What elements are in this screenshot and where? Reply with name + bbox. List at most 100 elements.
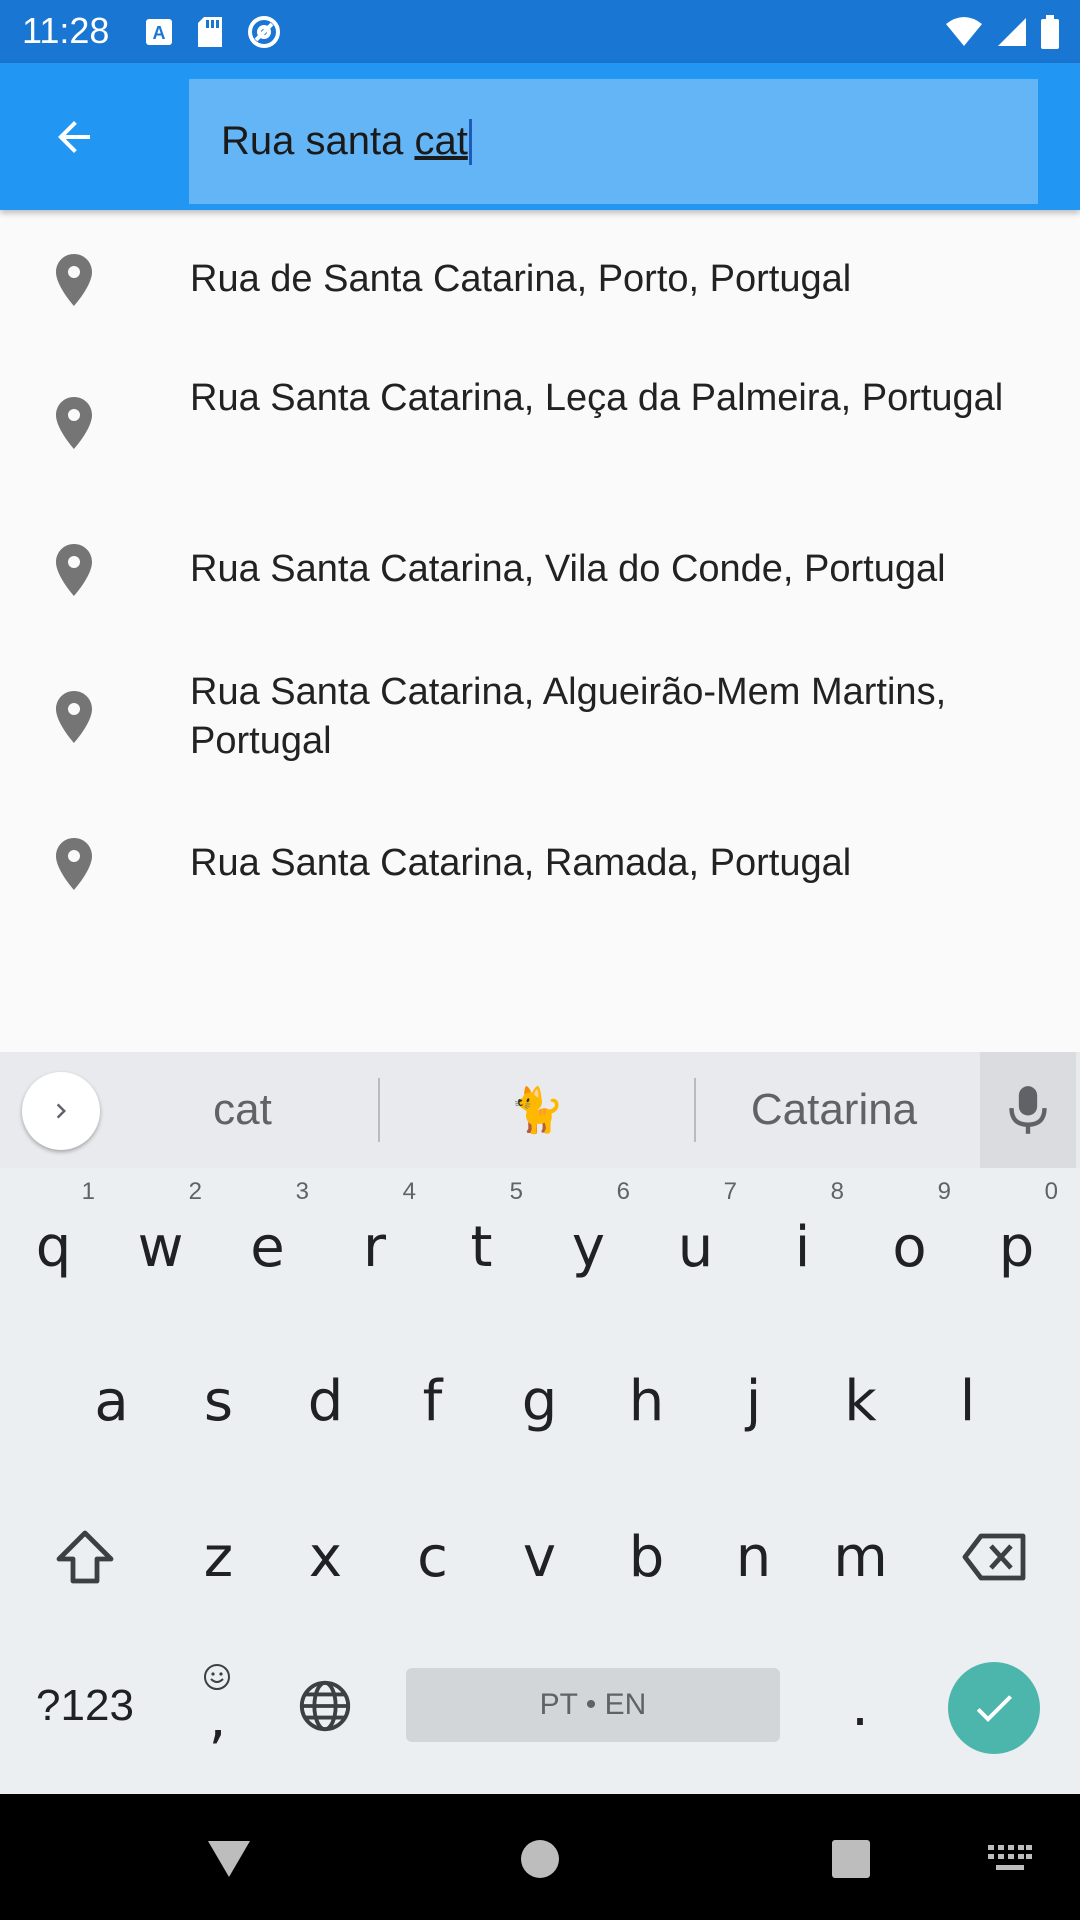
- list-item[interactable]: Rua Santa Catarina, Leça da Palmeira, Po…: [0, 368, 1080, 478]
- key-k[interactable]: k: [807, 1336, 914, 1466]
- key-label: i: [794, 1214, 811, 1280]
- key-hint: 1: [81, 1178, 95, 1205]
- signal-icon: [998, 18, 1026, 46]
- list-item[interactable]: Rua Santa Catarina, Algueirão-Mem Martin…: [0, 662, 1080, 772]
- place-pin-icon: [56, 838, 92, 890]
- circle-home-icon: [521, 1840, 559, 1878]
- comma-key[interactable]: ,: [170, 1648, 265, 1764]
- key-q[interactable]: q1: [0, 1178, 107, 1312]
- key-e[interactable]: e3: [214, 1178, 321, 1312]
- key-o[interactable]: o9: [856, 1178, 963, 1312]
- enter-key[interactable]: [948, 1662, 1040, 1754]
- at-sync-icon: [248, 16, 280, 48]
- keyboard-suggestion[interactable]: cat: [110, 1052, 375, 1168]
- key-i[interactable]: i8: [749, 1178, 856, 1312]
- chevron-right-icon: [56, 1103, 66, 1119]
- key-b[interactable]: b: [593, 1492, 700, 1622]
- list-item[interactable]: Rua de Santa Catarina, Porto, Portugal: [0, 246, 1080, 314]
- key-hint: 5: [509, 1178, 523, 1205]
- space-bar[interactable]: PT • EN: [406, 1668, 780, 1742]
- key-label: q: [35, 1214, 72, 1280]
- search-input[interactable]: Rua santa cat: [189, 79, 1038, 204]
- arrow-back-icon: [58, 121, 90, 153]
- place-pin-icon: [56, 544, 92, 596]
- period-key[interactable]: .: [800, 1648, 920, 1764]
- search-input-text: Rua santa: [221, 119, 415, 163]
- key-hint: 6: [616, 1178, 630, 1205]
- place-pin-icon: [56, 254, 92, 306]
- key-t[interactable]: t5: [428, 1178, 535, 1312]
- text-caret: [468, 118, 472, 165]
- key-r[interactable]: r4: [321, 1178, 428, 1312]
- list-item-label: Rua Santa Catarina, Algueirão-Mem Martin…: [190, 671, 947, 762]
- language-key[interactable]: [275, 1648, 375, 1764]
- key-w[interactable]: w2: [107, 1178, 214, 1312]
- status-icons-left: A: [144, 12, 282, 52]
- svg-text:A: A: [153, 23, 166, 43]
- globe-icon: [299, 1680, 351, 1732]
- key-label: w: [137, 1214, 184, 1280]
- triangle-down-icon: [208, 1841, 250, 1877]
- key-z[interactable]: z: [165, 1492, 272, 1622]
- key-l[interactable]: l: [914, 1336, 1021, 1466]
- key-hint: 7: [723, 1178, 737, 1205]
- key-a[interactable]: a: [58, 1336, 165, 1466]
- wifi-icon: [946, 17, 982, 46]
- key-j[interactable]: j: [700, 1336, 807, 1466]
- list-item-label: Rua de Santa Catarina, Porto, Portugal: [190, 258, 852, 300]
- key-u[interactable]: u7: [642, 1178, 749, 1312]
- battery-icon: [1041, 15, 1059, 49]
- nav-home-button[interactable]: [505, 1824, 575, 1894]
- key-hint: 9: [937, 1178, 951, 1205]
- key-p[interactable]: p0: [963, 1178, 1070, 1312]
- suggestion-divider: [694, 1078, 696, 1142]
- key-label: u: [677, 1214, 714, 1280]
- key-hint: 4: [402, 1178, 416, 1205]
- key-f[interactable]: f: [379, 1336, 486, 1466]
- key-x[interactable]: x: [272, 1492, 379, 1622]
- status-bar: 11:28 A: [0, 0, 1080, 63]
- key-c[interactable]: c: [379, 1492, 486, 1622]
- voice-input-button[interactable]: [980, 1052, 1076, 1168]
- check-icon: [976, 1695, 1012, 1722]
- key-label: r: [362, 1214, 387, 1280]
- key-hint: 0: [1044, 1178, 1058, 1205]
- system-navigation-bar: [0, 1794, 1080, 1920]
- keyboard-suggestion-strip: cat 🐈 Catarina: [0, 1052, 1080, 1168]
- nav-back-button[interactable]: [194, 1824, 264, 1894]
- list-item-label: Rua Santa Catarina, Vila do Conde, Portu…: [190, 548, 946, 590]
- text-a-icon: A: [146, 19, 172, 45]
- key-h[interactable]: h: [593, 1336, 700, 1466]
- shift-key[interactable]: [20, 1492, 150, 1622]
- list-item-label: Rua Santa Catarina, Ramada, Portugal: [190, 842, 852, 884]
- key-label: p: [998, 1214, 1035, 1280]
- key-d[interactable]: d: [272, 1336, 379, 1466]
- nav-keyboard-switch-button[interactable]: [975, 1824, 1045, 1894]
- list-item[interactable]: Rua Santa Catarina, Vila do Conde, Portu…: [0, 536, 1080, 604]
- key-label: e: [250, 1214, 285, 1280]
- key-hint: 2: [188, 1178, 202, 1205]
- key-hint: 3: [295, 1178, 309, 1205]
- nav-recents-button[interactable]: [816, 1824, 886, 1894]
- key-n[interactable]: n: [700, 1492, 807, 1622]
- sd-card-icon: [198, 17, 222, 47]
- shift-icon: [56, 1530, 114, 1584]
- backspace-key[interactable]: [930, 1492, 1060, 1622]
- microphone-icon: [1009, 1086, 1047, 1134]
- keyboard-expand-button[interactable]: [22, 1072, 100, 1150]
- symbols-key[interactable]: ?123: [10, 1648, 160, 1764]
- list-item[interactable]: Rua Santa Catarina, Ramada, Portugal: [0, 830, 1080, 898]
- place-pin-icon: [56, 397, 92, 449]
- square-recents-icon: [832, 1840, 870, 1878]
- suggestion-divider: [378, 1078, 380, 1142]
- key-g[interactable]: g: [486, 1336, 593, 1466]
- soft-keyboard: cat 🐈 Catarina q1 w2 e3 r4 t5 y6 u7 i8 o…: [0, 1052, 1080, 1794]
- back-button[interactable]: [22, 93, 126, 181]
- keyboard-suggestion[interactable]: 🐈: [382, 1052, 692, 1168]
- keyboard-suggestion[interactable]: Catarina: [698, 1052, 970, 1168]
- key-s[interactable]: s: [165, 1336, 272, 1466]
- key-y[interactable]: y6: [535, 1178, 642, 1312]
- key-m[interactable]: m: [807, 1492, 914, 1622]
- app-bar: Rua santa cat: [0, 63, 1080, 210]
- key-v[interactable]: v: [486, 1492, 593, 1622]
